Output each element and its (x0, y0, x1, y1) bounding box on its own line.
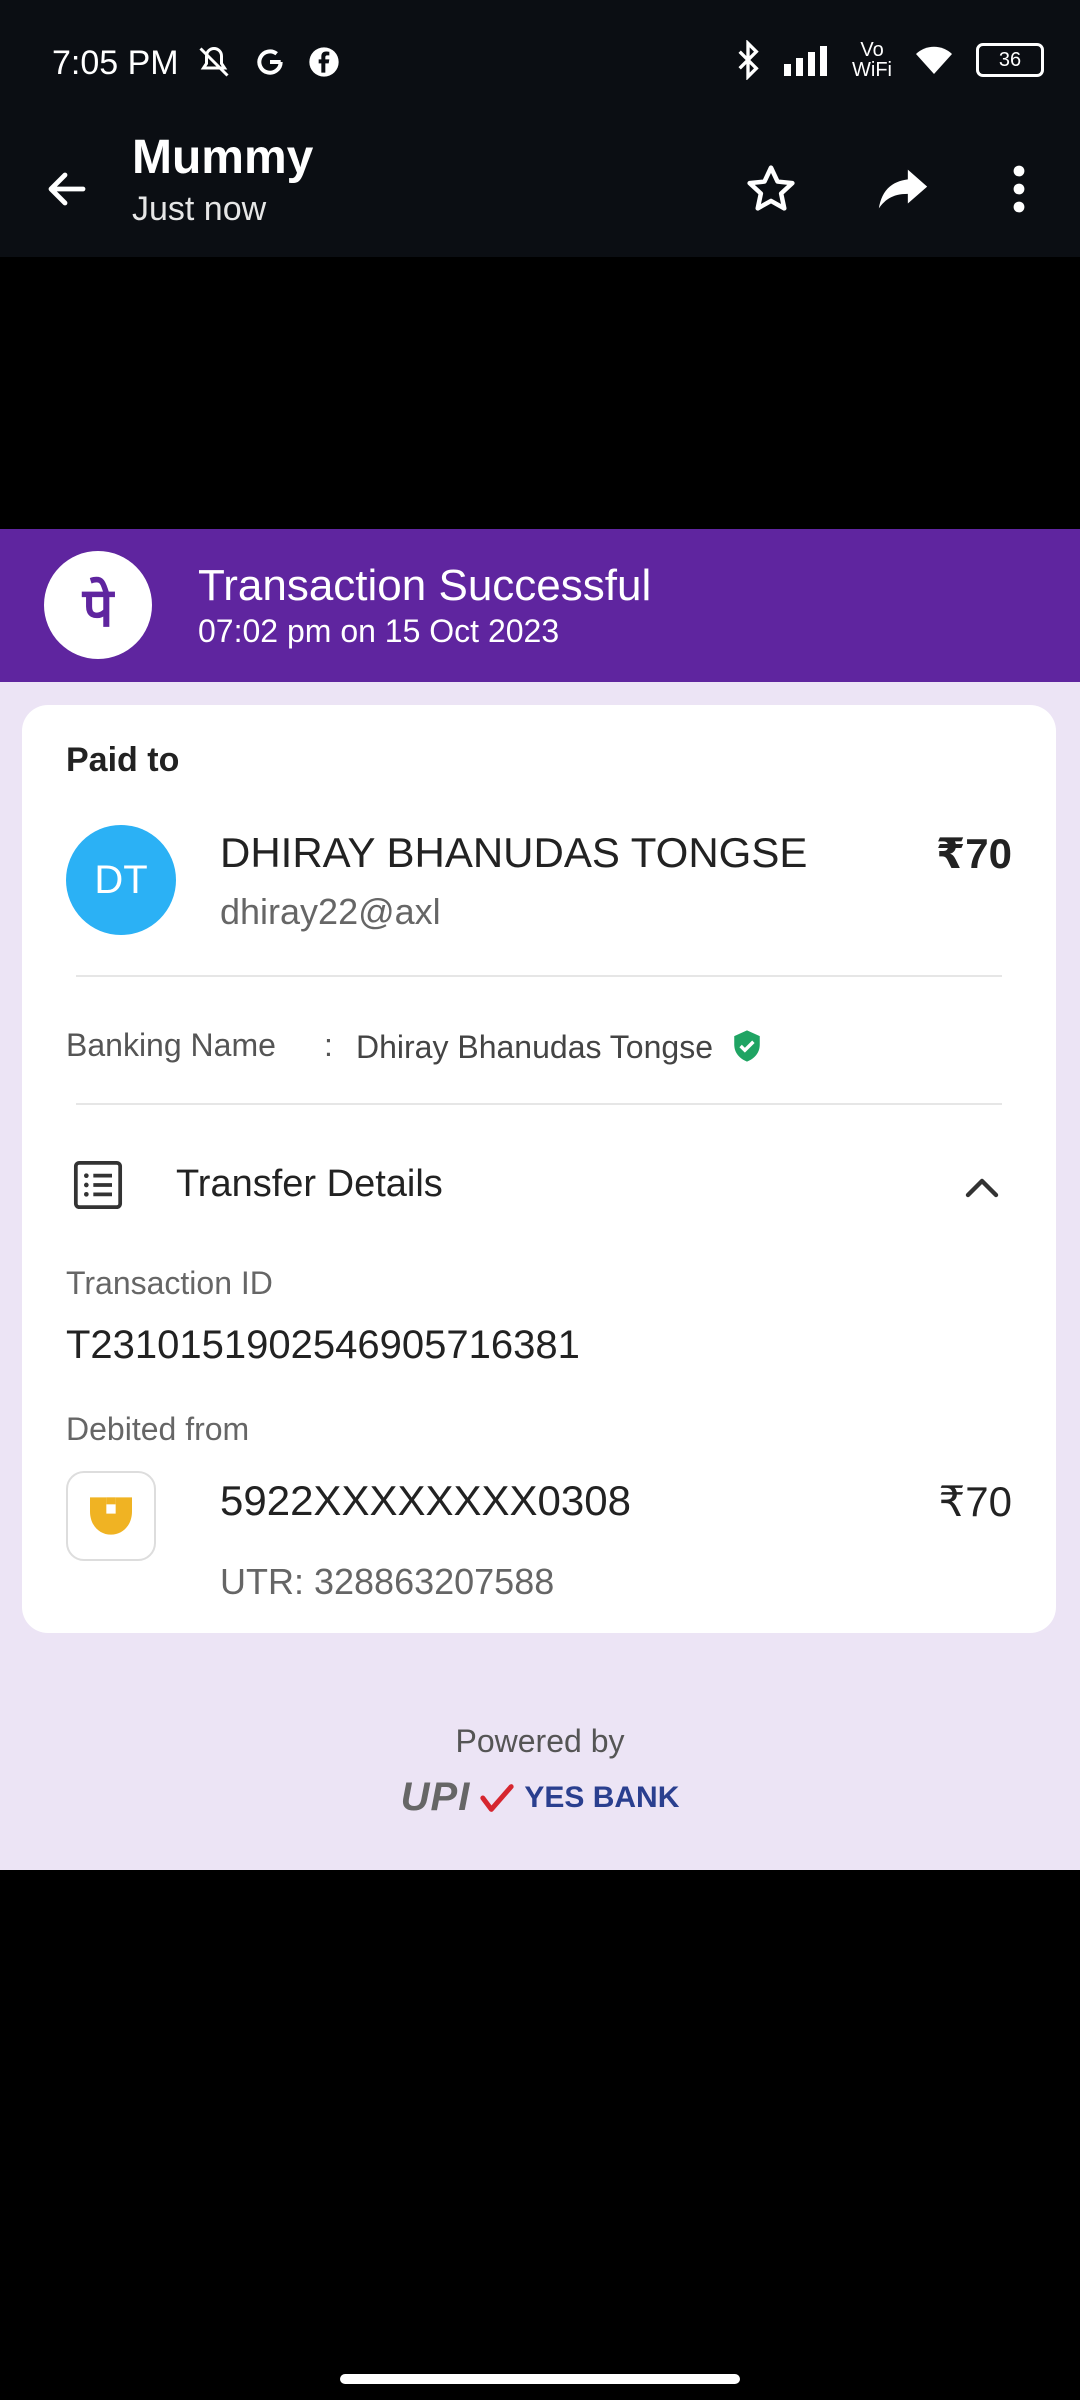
payee-avatar: DT (66, 825, 176, 935)
more-options-button[interactable] (984, 154, 1054, 224)
star-button[interactable] (736, 154, 806, 224)
notification-icons (196, 44, 340, 80)
account-number: 5922XXXXXXXX0308 (220, 1477, 631, 1524)
signal-icon (784, 46, 828, 76)
divider (76, 1103, 1002, 1105)
share-button[interactable] (868, 154, 938, 224)
debited-amount: ₹70 (938, 1478, 1012, 1525)
phonepe-logo-mark: पे (82, 576, 114, 639)
message-time: Just now (132, 190, 267, 228)
battery-icon: 36 (976, 43, 1044, 77)
home-indicator[interactable] (340, 2374, 740, 2384)
google-icon (257, 49, 283, 75)
battery-level: 36 (998, 48, 1022, 71)
system-icons: Vo WiFi 36 (734, 40, 1044, 80)
status-time: 7:05 PM (52, 44, 179, 82)
vowifi-bottom: WiFi (852, 59, 892, 81)
contact-name[interactable]: Mummy (132, 130, 313, 185)
facebook-icon (309, 47, 339, 77)
success-banner: पे Transaction Successful 07:02 pm on 15… (0, 529, 1080, 682)
receipt-card: Paid to DT DHIRAY BHANUDAS TONGSE dhiray… (22, 705, 1056, 1633)
mute-icon (199, 46, 229, 77)
share-icon (878, 169, 928, 209)
transaction-id-label: Transaction ID (66, 1265, 273, 1301)
transaction-datetime: 07:02 pm on 15 Oct 2023 (198, 613, 560, 649)
transfer-details-label: Transfer Details (176, 1163, 443, 1205)
star-icon (747, 165, 795, 211)
debited-from-label: Debited from (66, 1411, 250, 1447)
verified-shield-icon (734, 1030, 760, 1062)
back-button[interactable] (32, 154, 102, 224)
utr-number: UTR: 328863207588 (220, 1561, 555, 1602)
banking-name-colon: : (324, 1027, 333, 1063)
bluetooth-icon (738, 40, 759, 80)
transaction-id-value: T2310151902546905716381 (66, 1323, 580, 1367)
back-arrow-icon (48, 172, 86, 206)
payee-upi-id: dhiray22@axl (220, 891, 441, 932)
vowifi-icon: Vo WiFi (852, 40, 892, 80)
transaction-status: Transaction Successful (198, 561, 652, 610)
partner-logos: UPI YES BANK (0, 1775, 1080, 1820)
chevron-up-icon (965, 1178, 999, 1198)
bank-logo (66, 1471, 156, 1561)
status-bar: 7:05 PM Vo WiFi 36 (0, 0, 1080, 130)
banking-name-value: Dhiray Bhanudas Tongse (356, 1029, 713, 1065)
yes-bank-tick-icon (480, 1783, 514, 1812)
upi-logo: UPI (400, 1775, 471, 1819)
banking-name-label: Banking Name (66, 1027, 276, 1063)
paid-amount: ₹70 (936, 830, 1012, 877)
pnb-bank-icon (90, 1497, 132, 1535)
powered-by-label: Powered by (455, 1723, 625, 1759)
divider (76, 975, 1002, 977)
wifi-icon (916, 46, 952, 74)
more-vert-icon (1013, 165, 1025, 213)
paid-to-label: Paid to (66, 741, 180, 779)
payment-receipt-image[interactable]: पे Transaction Successful 07:02 pm on 15… (0, 529, 1080, 1870)
phonepe-logo: पे (44, 551, 152, 659)
chat-toolbar: Mummy Just now (0, 130, 1080, 257)
receipt-list-icon (73, 1160, 123, 1210)
payee-name: DHIRAY BHANUDAS TONGSE (220, 829, 808, 876)
vowifi-top: Vo (860, 39, 884, 61)
yes-bank-logo: YES BANK (524, 1780, 680, 1814)
